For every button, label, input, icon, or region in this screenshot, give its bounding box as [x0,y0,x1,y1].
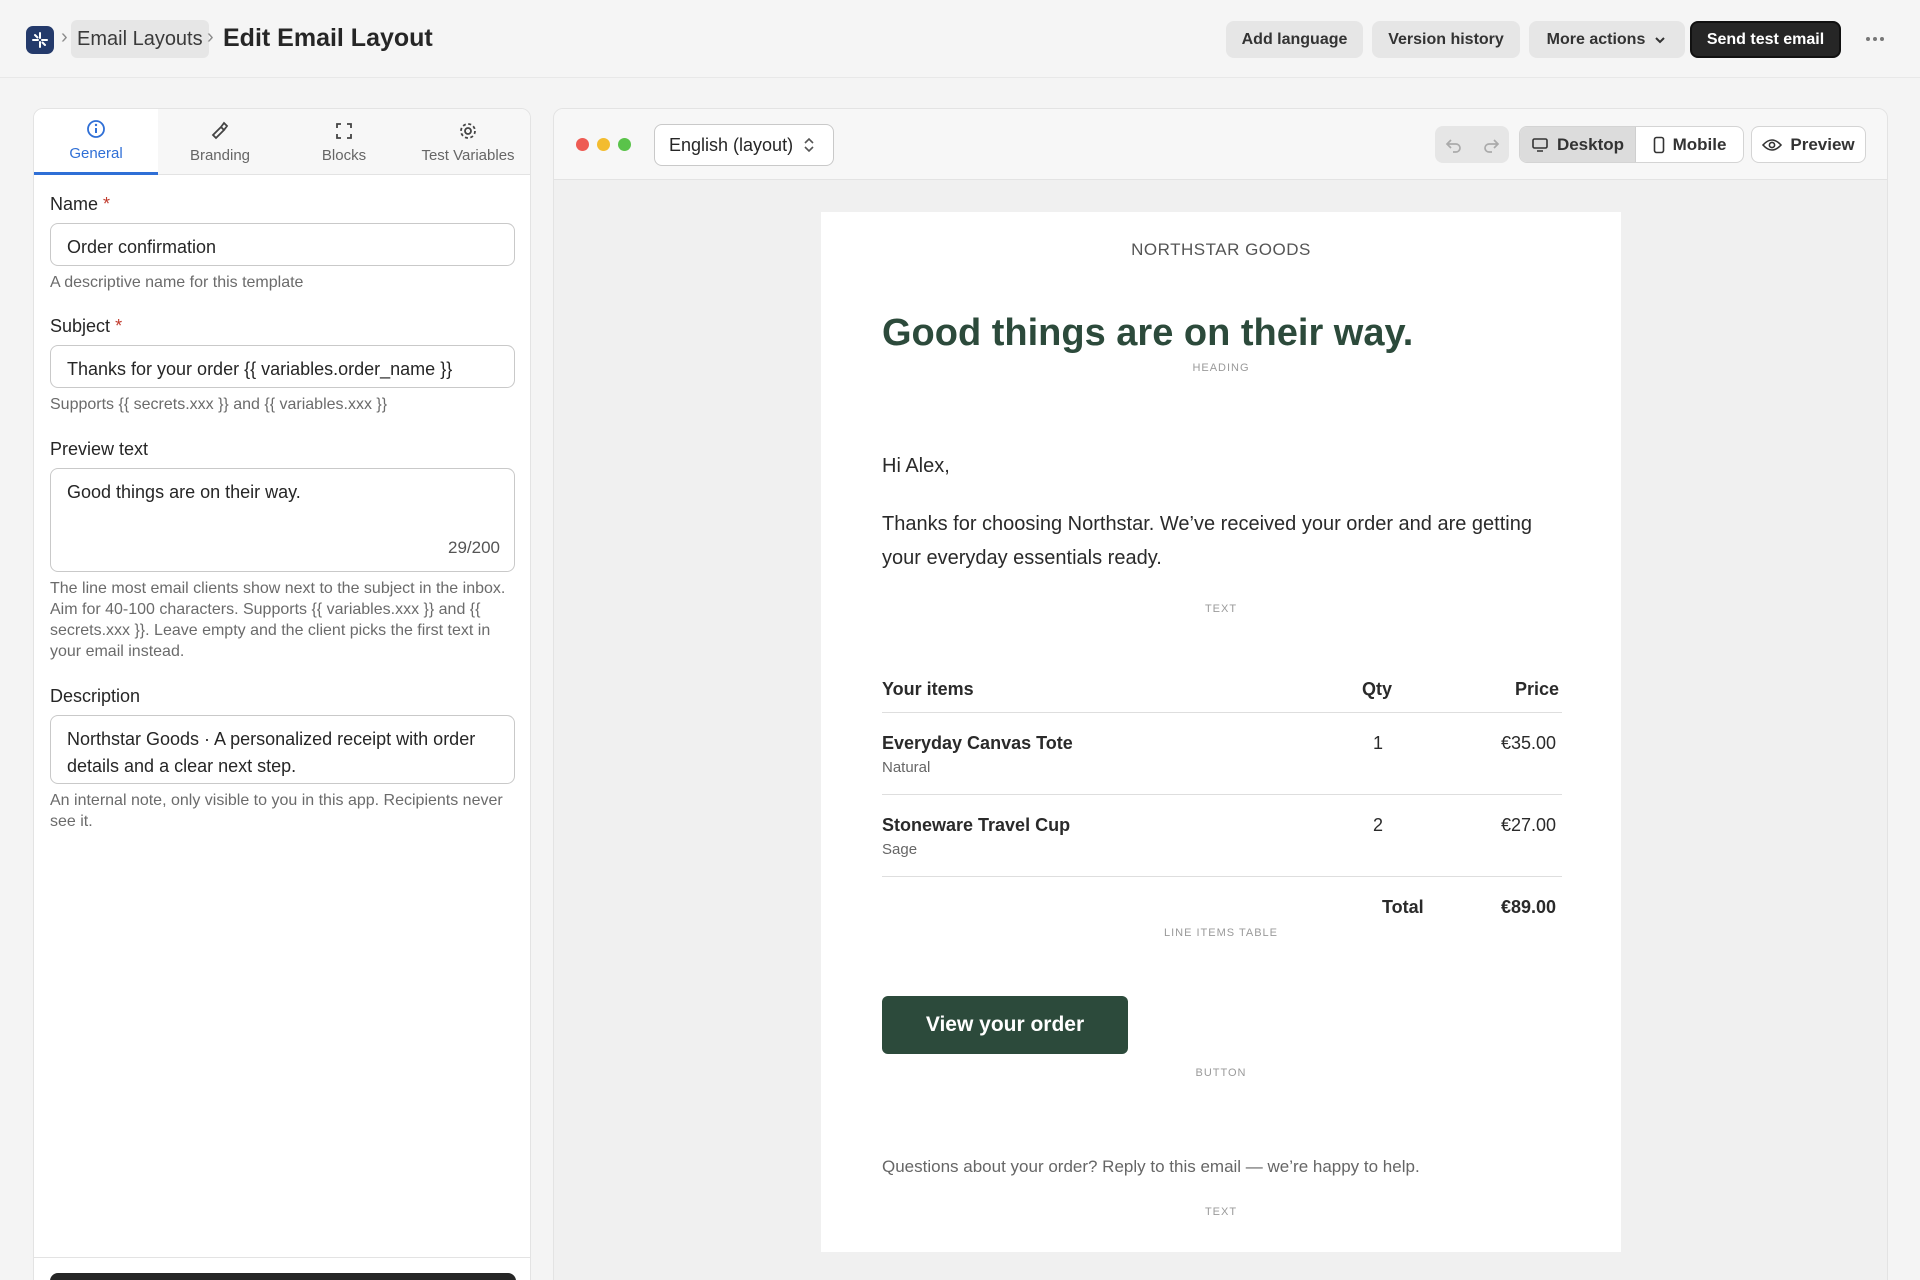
settings-panel: General Branding Blocks Test Variables N… [33,108,531,1280]
total-value: €89.00 [1501,897,1557,917]
add-language-button[interactable]: Add language [1226,21,1363,58]
block-tag-line-items: LINE ITEMS TABLE [1163,927,1278,939]
frame-icon [336,122,352,139]
email-heading[interactable]: Good things are on their way. [882,312,1413,355]
email-brand-name[interactable]: NORTHSTAR GOODS [821,240,1621,260]
version-history-button[interactable]: Version history [1372,21,1520,58]
block-tag-text: TEXT [1204,603,1238,615]
description-label: Description [50,686,141,706]
save-button[interactable] [50,1273,516,1280]
page-title: Edit Email Layout [223,24,433,52]
table-divider [882,712,1562,713]
line-item-variant: Sage [882,841,918,858]
tab-blocks[interactable]: Blocks [282,109,406,175]
line-item-name: Stoneware Travel Cup [882,815,1071,835]
breadcrumb-separator: › [207,26,214,48]
info-icon [87,120,105,138]
eye-icon [1762,138,1783,151]
tab-test-variables[interactable]: Test Variables [406,109,530,175]
line-item-price: €27.00 [1501,815,1557,835]
view-order-button[interactable]: View your order [882,996,1128,1054]
brush-icon [211,121,229,139]
email-body-text[interactable]: Thanks for choosing Northstar. We’ve rec… [882,507,1542,575]
preview-text-value: Good things are on their way. [67,482,301,502]
block-tag-heading: HEADING [1192,362,1250,374]
column-header-price: Price [1515,679,1560,699]
block-tag-button: BUTTON [1195,1067,1247,1079]
column-header-items: Your items [882,679,974,699]
desktop-label: Desktop [1556,134,1625,154]
tab-general-label: General [69,145,123,162]
top-bar: › Email Layouts › Edit Email Layout Add … [0,0,1920,78]
character-counter: 29/200 [448,538,500,557]
window-close-dot [576,138,589,151]
column-header-qty: Qty [1362,679,1393,699]
mobile-toggle[interactable]: Mobile [1636,127,1743,162]
line-item-name: Everyday Canvas Tote [882,733,1073,753]
preview-text-help: The line most email clients show next to… [50,580,506,660]
description-help-text: An internal note, only visible to you in… [50,792,503,830]
undo-redo-group [1435,126,1509,163]
subject-field[interactable]: Thanks for your order {{ variables.order… [50,345,515,388]
email-preview-panel: English (layout) Desktop Mobile Preview [553,108,1888,1280]
preview-toolbar: English (layout) Desktop Mobile Preview [554,109,1887,180]
subject-label: Subject * [50,316,123,336]
panel-footer [34,1257,530,1280]
overflow-menu-icon[interactable] [1862,26,1888,52]
total-label: Total [1382,897,1424,917]
table-divider [882,876,1562,877]
settings-tabs: General Branding Blocks Test Variables [34,109,530,175]
window-maximize-dot [618,138,631,151]
email-footer-text[interactable]: Questions about your order? Reply to thi… [882,1157,1420,1177]
mobile-label: Mobile [1672,134,1727,154]
name-label: Name * [50,194,111,214]
phone-icon [1653,136,1664,153]
email-greeting[interactable]: Hi Alex, [882,455,950,478]
send-test-email-label: Send test email [1706,30,1825,48]
add-language-label: Add language [1241,30,1348,48]
description-field[interactable]: Northstar Goods · A personalized receipt… [50,715,515,784]
line-item-qty: 1 [1373,733,1384,753]
redo-icon[interactable] [1472,126,1509,163]
more-actions-button[interactable]: More actions [1529,21,1685,58]
send-test-email-button[interactable]: Send test email [1690,21,1841,58]
name-field[interactable]: Order confirmation [50,223,515,266]
table-divider [882,794,1562,795]
app-logo[interactable] [26,26,54,54]
language-select[interactable]: English (layout) [654,124,834,166]
tab-test-variables-label: Test Variables [421,146,515,164]
preview-button[interactable]: Preview [1751,126,1866,163]
device-toggle: Desktop Mobile [1519,126,1744,163]
preview-text-label: Preview text [50,439,149,459]
sparkle-icon [32,32,48,48]
language-select-value: English (layout) [669,134,794,155]
required-mark: * [103,194,111,214]
block-tag-text: TEXT [1204,1206,1238,1218]
line-item-qty: 2 [1373,815,1384,835]
monitor-icon [1532,137,1548,152]
version-history-label: Version history [1388,30,1504,48]
chevron-updown-icon [804,137,814,153]
preview-text-field[interactable]: Good things are on their way. 29/200 [50,468,515,572]
more-actions-label: More actions [1546,30,1646,48]
gear-icon [460,122,476,139]
required-mark: * [115,316,123,336]
preview-label: Preview [1790,134,1855,154]
desktop-toggle[interactable]: Desktop [1520,127,1636,162]
breadcrumb-email-layouts[interactable]: Email Layouts [71,20,209,58]
window-minimize-dot [597,138,610,151]
breadcrumb-separator: › [61,26,68,48]
undo-icon[interactable] [1435,126,1472,163]
line-item-variant: Natural [882,759,931,776]
line-item-price: €35.00 [1501,733,1557,753]
name-help-text: A descriptive name for this template [50,274,304,291]
email-canvas: NORTHSTAR GOODS Good things are on their… [821,212,1621,1252]
tab-branding[interactable]: Branding [158,109,282,175]
tab-blocks-label: Blocks [321,146,367,164]
tab-general[interactable]: General [34,109,158,175]
chevron-down-icon [1655,36,1666,43]
tab-branding-label: Branding [189,146,251,164]
subject-help-text: Supports {{ secrets.xxx }} and {{ variab… [50,396,388,413]
